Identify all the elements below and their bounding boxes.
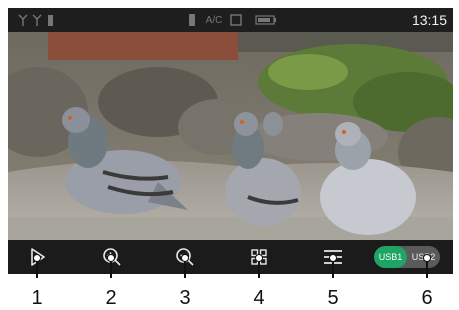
callout-4: 4 [247,254,271,309]
antenna-icon [32,13,42,27]
callout-number: 4 [253,287,265,309]
callout-dot [423,254,431,262]
callout-dot [255,254,263,262]
callout-dot [107,254,115,262]
callout-6: 6 [415,254,439,309]
ac-icon: A/C [205,14,223,26]
callout-1: 1 [25,254,49,309]
callout-5: 5 [321,254,345,309]
window-icon [230,13,242,27]
control-bar: USB1 USB2 [8,240,453,274]
callout-2: 2 [99,254,123,309]
callout-3: 3 [173,254,197,309]
status-bar: A/C 13:15 [8,8,453,32]
callout-number: 1 [31,287,43,309]
battery-icon [254,13,278,27]
pigeons-photo[interactable] [8,32,453,240]
callout-dot [33,254,41,262]
callout-number: 6 [421,287,433,309]
callout-dot [329,254,337,262]
clock-time: 13:15 [411,12,447,28]
usb1-option[interactable]: USB1 [374,246,407,268]
callout-number: 5 [327,287,339,309]
callout-dot [181,254,189,262]
callout-number: 2 [105,287,117,309]
phone-icon [186,13,198,27]
screen: A/C 13:15 USB1 [8,8,453,274]
antenna-icon [18,13,28,27]
signal-icon [46,13,56,27]
callout-number: 3 [179,287,191,309]
